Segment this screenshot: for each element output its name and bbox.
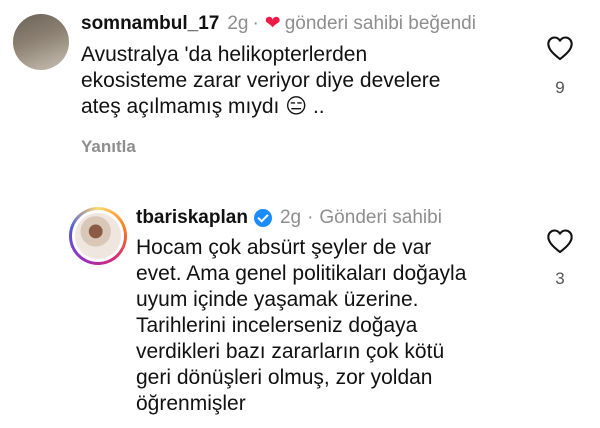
comment-line: ateş açılmamış mıydı 😑 .. — [81, 95, 325, 118]
comment-line: verdikleri bazı zararların çok kötü — [136, 340, 445, 363]
author-label: Gönderi sahibi — [319, 207, 442, 228]
comment-line: uyum içinde yaşamak üzerine. — [136, 288, 419, 311]
liked-by-author-label: gönderi sahibi beğendi — [284, 13, 476, 34]
like-count: 9 — [555, 78, 565, 97]
comment-item-1: somnambul_17 2g · ❤ gönderi sahibi beğen… — [0, 0, 600, 180]
username[interactable]: tbariskaplan — [136, 206, 248, 230]
comment-line: geri dönüşleri olmuş, zor yoldan — [136, 366, 433, 389]
avatar-photo — [72, 210, 124, 262]
reply-button[interactable]: Yanıtla — [81, 137, 136, 157]
comment-line: öğrenmişler — [136, 392, 246, 415]
comment-item-2: tbariskaplan 2g · Gönderi sahibi Hocam ç… — [0, 195, 600, 428]
comment-text: Avustralya 'da helikopterlerden ekosiste… — [81, 42, 440, 120]
separator: · — [307, 207, 314, 228]
timestamp: 2g — [279, 207, 302, 228]
comment-line: Tarihlerini incelerseniz doğaya — [136, 314, 418, 337]
comment-meta: tbariskaplan 2g · Gönderi sahibi — [136, 206, 442, 230]
separator: · — [252, 13, 259, 34]
timestamp: 2g — [227, 13, 249, 34]
comment-text: Hocam çok absürt şeyler de var evet. Ama… — [136, 235, 466, 417]
username[interactable]: somnambul_17 — [81, 12, 219, 36]
comment-line: evet. Ama genel politikaları doğayla — [136, 262, 467, 285]
heart-outline-icon[interactable] — [546, 35, 574, 61]
heart-outline-icon[interactable] — [546, 228, 574, 254]
like-count: 3 — [555, 269, 565, 288]
comment-line: Hocam çok absürt şeyler de var — [136, 236, 432, 259]
heart-filled-icon: ❤ — [264, 13, 281, 34]
comment-line: Avustralya 'da helikopterlerden — [81, 43, 368, 66]
avatar[interactable] — [13, 14, 69, 70]
avatar[interactable] — [69, 207, 127, 265]
verified-badge-icon — [253, 209, 272, 227]
comment-meta: somnambul_17 2g · ❤ gönderi sahibi beğen… — [81, 12, 476, 36]
comment-line: ekosisteme zarar veriyor diye develere — [81, 69, 441, 92]
